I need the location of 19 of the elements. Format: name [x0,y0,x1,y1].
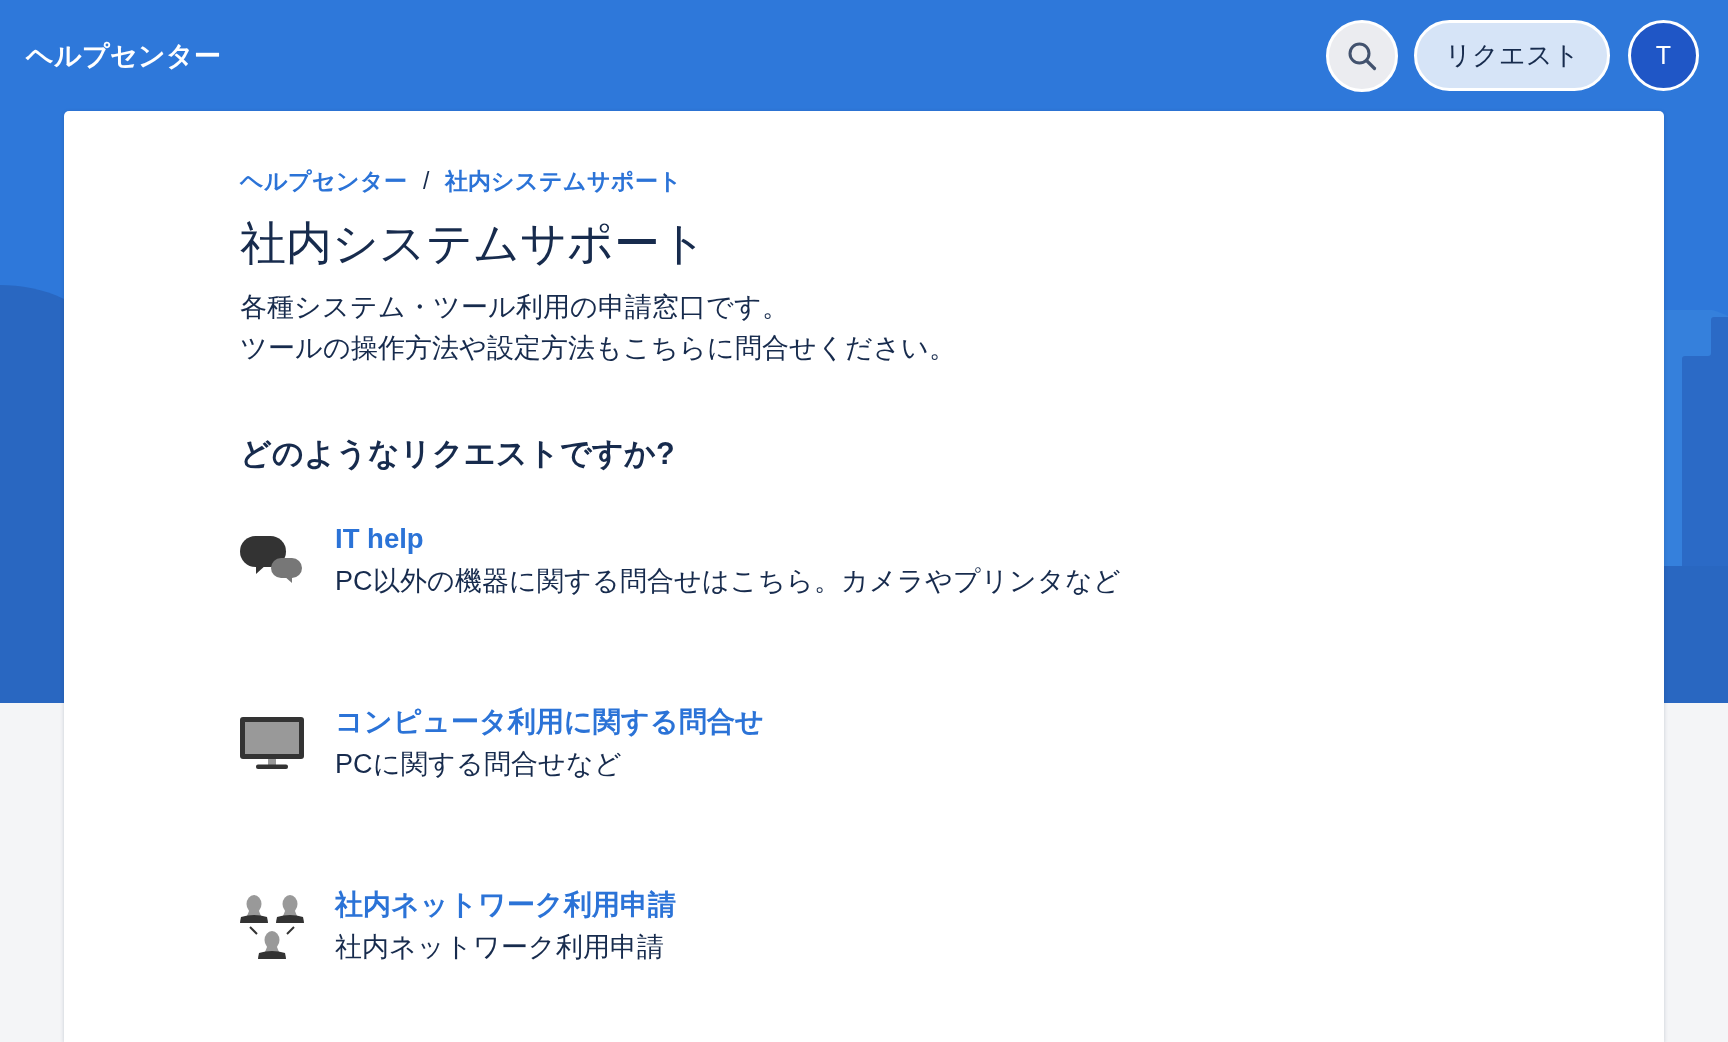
site-title-link[interactable]: ヘルプセンター [26,37,221,74]
search-icon [1347,40,1377,71]
description-text: ツールの操作方法や設定方法もこちらに問合せください。 [240,332,957,365]
breadcrumb-link[interactable]: ヘルプセンター [240,165,407,197]
request-button[interactable]: リクエスト [1414,20,1610,91]
request-type-description: 社内ネットワーク利用申請 [335,931,664,964]
people-icon [240,893,304,959]
section-heading: どのようなリクエストですか? [240,435,676,473]
request-type-link[interactable]: 社内ネットワーク利用申請 [335,884,676,926]
monitor-icon [240,717,304,769]
breadcrumb-link[interactable]: 社内システムサポート [445,165,683,197]
request-type-link[interactable]: コンピュータ利用に関する問合せ [335,701,764,743]
page-title: 社内システムサポート [240,216,708,271]
request-type-description: PCに関する問合せなど [335,748,622,781]
breadcrumb-separator: / [423,167,430,195]
speech-bubbles-icon [240,536,302,584]
request-type-link[interactable]: IT help [335,518,424,560]
description-text: 各種システム・ツール利用の申請窓口です。 [240,291,790,324]
request-type-description: PC以外の機器に関する問合せはこちら。カメラやプリンタなど [335,565,1121,598]
